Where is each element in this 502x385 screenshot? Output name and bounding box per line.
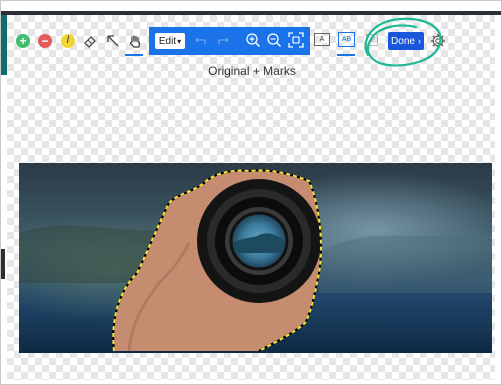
zoom-out-icon xyxy=(267,33,282,48)
pencil-button[interactable]: / xyxy=(58,31,78,51)
select-button[interactable] xyxy=(103,31,123,51)
view-split-button[interactable]: AB xyxy=(338,32,355,47)
select-icon xyxy=(107,35,119,47)
annotation-circle xyxy=(364,17,442,67)
remove-button[interactable]: − xyxy=(35,31,55,51)
plus-circle-icon: + xyxy=(16,34,30,48)
split-active-indicator xyxy=(337,54,355,56)
fit-screen-icon xyxy=(288,32,304,48)
undo-button[interactable] xyxy=(194,33,210,49)
zoom-edit-group: Edit ▾ xyxy=(149,27,310,55)
left-edge-dark xyxy=(1,249,5,279)
pencil-icon: / xyxy=(61,34,75,48)
view-split-label: AB xyxy=(341,36,352,43)
top-bar xyxy=(1,1,501,11)
add-button[interactable]: + xyxy=(13,31,33,51)
view-title: Original + Marks xyxy=(208,64,296,78)
mode-select-value: Edit xyxy=(158,35,177,47)
editor-window: + − / Edit ▾ A AB Done › Original + Mark… xyxy=(0,0,502,385)
undo-icon xyxy=(195,37,207,45)
view-original-button[interactable]: A xyxy=(314,33,330,46)
eraser-icon xyxy=(84,36,96,48)
zoom-in-button[interactable] xyxy=(245,32,263,50)
redo-button[interactable] xyxy=(216,33,232,49)
eraser-button[interactable] xyxy=(80,31,100,51)
minus-circle-icon: − xyxy=(38,34,52,48)
mode-select[interactable]: Edit ▾ xyxy=(155,33,185,49)
zoom-out-button[interactable] xyxy=(266,32,284,50)
view-original-label: A xyxy=(319,36,325,43)
hand-icon xyxy=(129,34,140,48)
pan-button[interactable] xyxy=(125,31,145,51)
zoom-in-icon xyxy=(246,33,261,48)
pan-active-indicator xyxy=(125,54,143,56)
fit-screen-button[interactable] xyxy=(288,32,306,50)
redo-icon xyxy=(217,37,229,45)
chevron-down-icon: ▾ xyxy=(177,36,182,46)
photo-image[interactable] xyxy=(19,163,492,353)
